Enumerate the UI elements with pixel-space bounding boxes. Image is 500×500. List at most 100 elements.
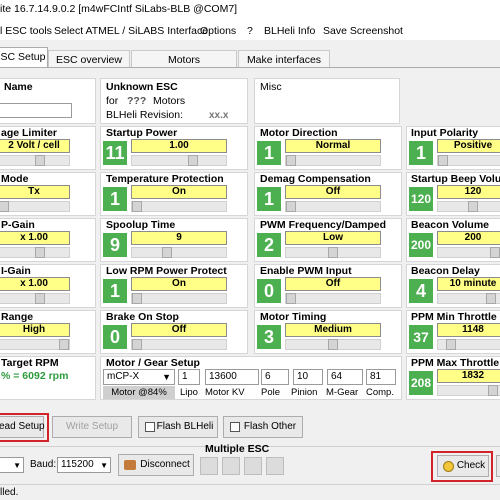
tab-esc-setup[interactable]: SC Setup (0, 47, 48, 68)
startup-beep-group: Startup Beep Volume 120 120 (406, 172, 500, 216)
motor-direction-slider[interactable] (285, 155, 381, 166)
spoolup-index: 9 (103, 233, 127, 257)
menu-bar: l ESC tools Select ATMEL / SiLABS Interf… (0, 20, 500, 40)
tab-motors[interactable]: Motors (131, 50, 237, 68)
menu-select-interface[interactable]: Select ATMEL / SiLABS Interface (54, 25, 208, 37)
motor-timing-index: 3 (257, 325, 281, 349)
enable-pwm-value: Off (285, 277, 381, 291)
motor-select[interactable]: mCP-X ▼ (103, 369, 175, 385)
pwm-freq-slider[interactable] (285, 247, 381, 258)
name-group: Name (0, 78, 96, 124)
range-slider[interactable] (0, 339, 70, 350)
low-rpm-slider[interactable] (131, 293, 227, 304)
flash-blheli-button[interactable]: Flash BLHeli (138, 416, 218, 438)
misc-group: Misc (254, 78, 400, 124)
port-select[interactable]: ▼ (0, 457, 24, 473)
esc-slot-3[interactable] (244, 457, 262, 475)
motor-timing-label: Motor Timing (260, 311, 327, 323)
kv-input[interactable]: 13600 (205, 369, 259, 385)
spoolup-slider[interactable] (131, 247, 227, 258)
comp-input[interactable]: 81 (366, 369, 396, 385)
ppm-max-label: PPM Max Throttle (411, 357, 500, 369)
startup-power-slider[interactable] (131, 155, 227, 166)
esc-info-group: Unknown ESC for ??? Motors BLHeli Revisi… (100, 78, 248, 124)
esc-slot-1[interactable] (200, 457, 218, 475)
chevron-down-icon: ▼ (100, 461, 108, 470)
write-setup-button[interactable]: Write Setup (52, 416, 132, 438)
i-gain-slider[interactable] (0, 293, 70, 304)
beacon-volume-slider[interactable] (437, 247, 500, 258)
beacon-delay-value: 10 minute (437, 277, 500, 291)
multiple-esc-label: Multiple ESC (205, 443, 270, 455)
demag-value: Off (285, 185, 381, 199)
flash-blheli-label: Flash BLHeli (156, 421, 214, 432)
pole-input[interactable]: 6 (261, 369, 289, 385)
extra-button[interactable] (496, 455, 500, 477)
voltage-limiter-slider[interactable] (0, 155, 70, 166)
lipo-label: Lipo (180, 387, 198, 398)
beacon-volume-label: Beacon Volume (411, 219, 489, 231)
ppm-max-slider[interactable] (437, 385, 500, 396)
pinion-input[interactable]: 10 (293, 369, 323, 385)
startup-power-label: Startup Power (106, 127, 178, 139)
lipo-input[interactable]: 1 (178, 369, 200, 385)
window-title: ite 16.7.14.9.0.2 [m4wFCIntf SiLabs-BLB … (0, 0, 500, 20)
pwm-freq-label: PWM Frequency/Damped (260, 219, 387, 231)
highlight-read-setup (0, 413, 49, 442)
gear-setup-group: Motor / Gear Setup mCP-X ▼ 1 13600 6 10 6… (100, 356, 402, 400)
brake-slider[interactable] (131, 339, 227, 350)
voltage-limiter-group: age Limiter 2 Volt / cell (0, 126, 96, 170)
pwm-freq-index: 2 (257, 233, 281, 257)
beacon-volume-group: Beacon Volume 200 200 (406, 218, 500, 262)
name-input[interactable] (0, 103, 72, 118)
esc-slot-4[interactable] (266, 457, 284, 475)
disconnect-label: Disconnect (140, 459, 190, 470)
mode-slider[interactable] (0, 201, 70, 212)
misc-label: Misc (260, 81, 282, 93)
motors-label: Motors (153, 95, 186, 107)
spoolup-group: Spoolup Time 9 9 (100, 218, 248, 262)
range-label: Range (1, 311, 34, 323)
motor-percent-label: Motor @84% (103, 386, 175, 399)
startup-beep-slider[interactable] (437, 201, 500, 212)
enable-pwm-label: Enable PWM Input (260, 265, 352, 277)
pinion-label: Pinion (291, 387, 318, 398)
menu-esc-tools[interactable]: l ESC tools (0, 25, 52, 37)
tab-make-interfaces[interactable]: Make interfaces (238, 50, 330, 68)
brake-index: 0 (103, 325, 127, 349)
flash-other-icon (230, 422, 240, 432)
enable-pwm-index: 0 (257, 279, 281, 303)
menu-options[interactable]: Options (200, 25, 236, 37)
menu-blheli-info[interactable]: BLHeli Info (264, 25, 315, 37)
motor-direction-index: 1 (257, 141, 281, 165)
menu-help[interactable]: ? (247, 25, 253, 37)
input-polarity-slider[interactable] (437, 155, 500, 166)
mgear-input[interactable]: 64 (327, 369, 363, 385)
demag-slider[interactable] (285, 201, 381, 212)
p-gain-value: x 1.00 (0, 231, 70, 245)
i-gain-group: I-Gain x 1.00 (0, 264, 96, 308)
beacon-delay-slider[interactable] (437, 293, 500, 304)
disconnect-button[interactable]: Disconnect (118, 454, 194, 476)
flash-other-button[interactable]: Flash Other (223, 416, 303, 438)
ppm-min-slider[interactable] (437, 339, 500, 350)
tab-strip: SC Setup ESC overview Motors Make interf… (0, 44, 500, 68)
demag-index: 1 (257, 187, 281, 211)
ppm-max-value: 1832 (437, 369, 500, 383)
p-gain-slider[interactable] (0, 247, 70, 258)
voltage-limiter-value: 2 Volt / cell (0, 139, 70, 153)
demag-group: Demag Compensation 1 Off (254, 172, 402, 216)
enable-pwm-slider[interactable] (285, 293, 381, 304)
low-rpm-value: On (131, 277, 227, 291)
menu-save-screenshot[interactable]: Save Screenshot (323, 25, 403, 37)
plug-icon (124, 460, 136, 470)
tab-esc-overview[interactable]: ESC overview (48, 50, 130, 68)
motor-timing-slider[interactable] (285, 339, 381, 350)
baud-select[interactable]: 115200 ▼ (57, 457, 111, 473)
temp-protection-slider[interactable] (131, 201, 227, 212)
pole-label: Pole (261, 387, 281, 398)
esc-slot-2[interactable] (222, 457, 240, 475)
startup-power-index: 11 (103, 141, 127, 165)
mode-label: Mode (1, 173, 29, 185)
target-rpm-group: Target RPM % = 6092 rpm (0, 356, 96, 400)
